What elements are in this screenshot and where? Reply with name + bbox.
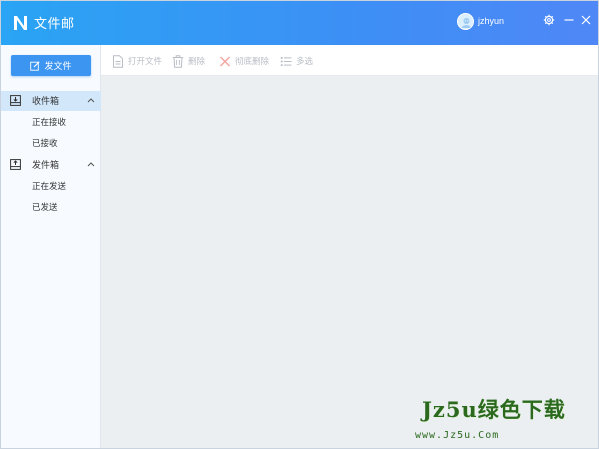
watermark-url: www.Jz5u.Com: [415, 430, 500, 441]
file-icon: [113, 54, 123, 68]
toolbar: 打开文件 删除 彻底删除 多选: [101, 45, 598, 76]
sidebar-item-received[interactable]: 已接收: [32, 138, 58, 148]
chevron-up-icon[interactable]: [87, 161, 95, 168]
delete-forever-label: 彻底删除: [235, 56, 270, 66]
gear-icon[interactable]: [542, 13, 556, 27]
sidebar-group-label: 发件箱: [32, 160, 60, 170]
file-list-area[interactable]: [101, 76, 598, 448]
delete-forever-button[interactable]: 彻底删除: [219, 54, 269, 68]
open-file-button[interactable]: 打开文件: [112, 54, 162, 68]
sidebar-item-receiving[interactable]: 正在接收: [32, 117, 66, 127]
close-icon[interactable]: [579, 13, 593, 27]
avatar-icon: [458, 14, 473, 29]
sidebar-group-outbox[interactable]: 发件箱: [1, 155, 101, 175]
x-icon: [219, 55, 231, 67]
app-title: 文件邮: [34, 16, 75, 31]
chevron-up-icon[interactable]: [87, 97, 95, 104]
edit-icon: [30, 60, 41, 71]
sidebar-item-sent[interactable]: 已发送: [32, 202, 58, 212]
delete-label: 删除: [188, 56, 206, 66]
send-file-label: 发文件: [44, 61, 72, 71]
open-file-label: 打开文件: [128, 56, 163, 66]
minimize-icon[interactable]: [562, 13, 576, 27]
outbox-icon: [10, 159, 21, 170]
n-logo-icon: [14, 16, 27, 30]
delete-button[interactable]: 删除: [172, 54, 205, 68]
multi-select-label: 多选: [296, 56, 314, 66]
sidebar-item-sending[interactable]: 正在发送: [32, 181, 66, 191]
sidebar-group-label: 收件箱: [32, 96, 60, 106]
list-icon: [280, 56, 292, 66]
multi-select-button[interactable]: 多选: [280, 54, 313, 68]
send-file-button[interactable]: 发文件: [11, 55, 91, 76]
sidebar: 发文件 收件箱 正在接收 已接收 发件箱 正在发送 已发送: [1, 45, 101, 448]
inbox-icon: [10, 95, 21, 106]
app-window: 文件邮 jzhyun 发文件 收件箱 正在接收 已接收 发件箱 正在发送 已发送…: [0, 0, 599, 449]
username[interactable]: jzhyun: [478, 16, 504, 27]
avatar[interactable]: [457, 13, 474, 30]
sidebar-group-inbox[interactable]: 收件箱: [1, 91, 101, 111]
watermark-text: Jz5u绿色下载: [422, 397, 566, 422]
trash-icon: [172, 54, 184, 68]
title-bar[interactable]: 文件邮 jzhyun: [1, 1, 598, 45]
